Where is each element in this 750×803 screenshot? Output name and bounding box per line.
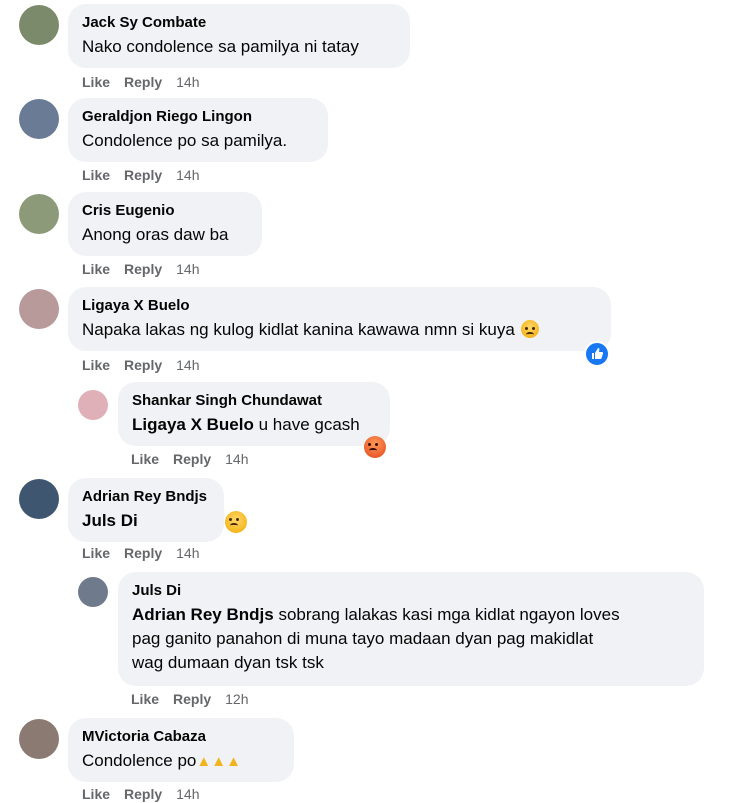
comment-bubble: MVictoria Cabaza Condolence po▲▲▲ [68, 718, 294, 782]
comment-bubble: Adrian Rey Bndjs Juls Di [68, 478, 224, 542]
pray-emoji-icon: ▲ [211, 753, 227, 770]
comment-text-line: sobrang lalakas kasi mga kidlat ngayon l… [278, 605, 620, 624]
comment-text: Condolence po▲▲▲ [82, 749, 280, 774]
timestamp[interactable]: 14h [225, 451, 248, 467]
comment-text: Napaka lakas ng kulog kidlat kanina kawa… [82, 318, 597, 342]
comment-text: Condolence po sa pamilya. [82, 131, 288, 150]
comment-text: Juls Di [82, 509, 210, 533]
reply-button[interactable]: Reply [173, 691, 211, 707]
comment-text-body: Napaka lakas ng kulog kidlat kanina kawa… [82, 320, 515, 339]
like-button[interactable]: Like [131, 691, 159, 707]
comment-author[interactable]: Cris Eugenio [82, 201, 248, 221]
comment-text: Nako condolence sa pamilya ni tatay [82, 37, 359, 56]
comment-actions: Like Reply 14h [82, 261, 214, 277]
avatar[interactable] [19, 719, 59, 759]
comment-actions: Like Reply 14h [82, 357, 214, 373]
angry-reaction-icon[interactable] [364, 436, 386, 458]
comment-actions: Like Reply 14h [82, 786, 214, 802]
sad-reaction-icon[interactable] [225, 511, 247, 533]
comment-actions: Like Reply 12h [131, 691, 263, 707]
comment-actions: Like Reply 14h [82, 74, 214, 90]
avatar[interactable] [19, 99, 59, 139]
comment-bubble: Shankar Singh Chundawat Ligaya X Buelo u… [118, 382, 390, 446]
reply-button[interactable]: Reply [124, 357, 162, 373]
reply-button[interactable]: Reply [124, 167, 162, 183]
comment-text-line: wag dumaan dyan tsk tsk [132, 653, 324, 672]
comment-author[interactable]: Adrian Rey Bndjs [82, 487, 210, 507]
avatar[interactable] [19, 5, 59, 45]
timestamp[interactable]: 14h [176, 261, 199, 277]
comment-bubble: Ligaya X Buelo Napaka lakas ng kulog kid… [68, 287, 611, 351]
timestamp[interactable]: 14h [176, 167, 199, 183]
avatar[interactable] [19, 479, 59, 519]
comment-text: Ligaya X Buelo u have gcash [132, 413, 376, 437]
timestamp[interactable]: 14h [176, 786, 199, 802]
comment-bubble: Geraldjon Riego Lingon Condolence po sa … [68, 98, 328, 162]
reply-button[interactable]: Reply [124, 74, 162, 90]
comment-bubble: Juls Di Adrian Rey Bndjs sobrang lalakas… [118, 572, 704, 686]
like-button[interactable]: Like [82, 261, 110, 277]
comment-bubble: Cris Eugenio Anong oras daw ba [68, 192, 262, 256]
comment-actions: Like Reply 14h [131, 451, 263, 467]
reply-button[interactable]: Reply [124, 545, 162, 561]
comment-actions: Like Reply 14h [82, 167, 214, 183]
comment-author[interactable]: Jack Sy Combate [82, 13, 396, 33]
timestamp[interactable]: 14h [176, 545, 199, 561]
reply-button[interactable]: Reply [124, 786, 162, 802]
pray-emoji-icon: ▲ [196, 753, 212, 770]
sad-emoji-icon [520, 320, 539, 338]
reply-button[interactable]: Reply [124, 261, 162, 277]
comment-text: Anong oras daw ba [82, 225, 229, 244]
comment-actions: Like Reply 14h [82, 545, 214, 561]
like-button[interactable]: Like [82, 545, 110, 561]
timestamp[interactable]: 14h [176, 74, 199, 90]
reply-button[interactable]: Reply [173, 451, 211, 467]
comment-bubble: Jack Sy Combate Nako condolence sa pamil… [68, 4, 410, 68]
pray-emoji-icon: ▲ [226, 753, 241, 770]
comment-author[interactable]: Geraldjon Riego Lingon [82, 107, 314, 127]
comment-text-body: u have gcash [258, 415, 360, 434]
like-reaction-icon[interactable] [584, 341, 610, 367]
comment-text: Adrian Rey Bndjs sobrang lalakas kasi mg… [132, 603, 690, 675]
comment-text-line: pag ganito panahon di muna tayo madaan d… [132, 629, 594, 648]
like-button[interactable]: Like [82, 357, 110, 373]
like-button[interactable]: Like [82, 167, 110, 183]
timestamp[interactable]: 12h [225, 691, 248, 707]
comment-author[interactable]: Juls Di [132, 581, 690, 601]
avatar[interactable] [19, 289, 59, 329]
comment-author[interactable]: Shankar Singh Chundawat [132, 391, 376, 411]
comment-author[interactable]: MVictoria Cabaza [82, 727, 280, 747]
like-button[interactable]: Like [82, 74, 110, 90]
mention-link[interactable]: Ligaya X Buelo [132, 415, 254, 434]
mention-link[interactable]: Juls Di [82, 511, 138, 530]
avatar[interactable] [78, 390, 108, 420]
avatar[interactable] [78, 577, 108, 607]
timestamp[interactable]: 14h [176, 357, 199, 373]
comment-author[interactable]: Ligaya X Buelo [82, 296, 597, 316]
like-button[interactable]: Like [82, 786, 110, 802]
mention-link[interactable]: Adrian Rey Bndjs [132, 605, 274, 624]
avatar[interactable] [19, 194, 59, 234]
comment-text-body: Condolence po [82, 751, 197, 770]
like-button[interactable]: Like [131, 451, 159, 467]
